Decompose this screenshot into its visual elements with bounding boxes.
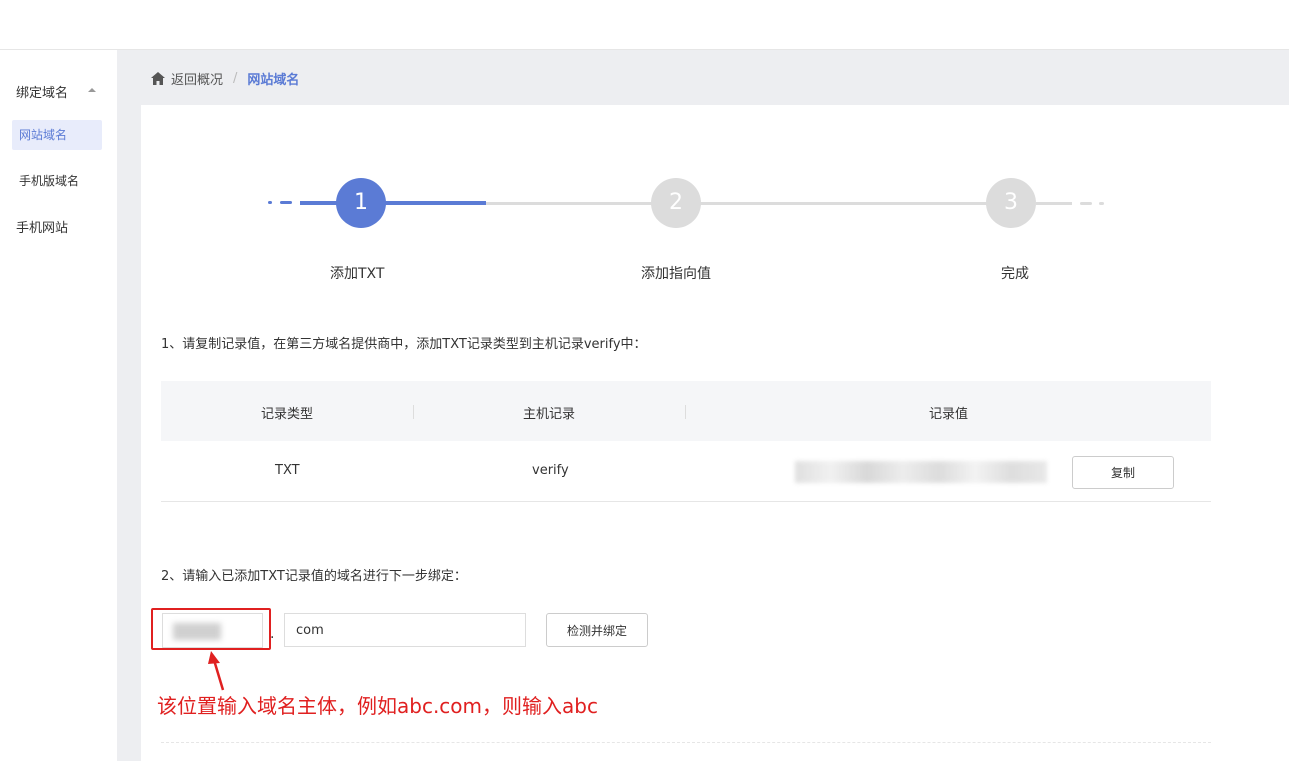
arrow-up-icon <box>208 651 225 691</box>
sidebar-item-mobile-domain[interactable]: 手机版域名 <box>19 172 79 189</box>
column-header-host: 主机记录 <box>523 407 576 422</box>
column-divider <box>413 405 414 419</box>
divider <box>161 742 1211 743</box>
caret-up-icon[interactable] <box>88 88 96 92</box>
record-type-cell: TXT <box>275 463 300 478</box>
breadcrumb-current: 网站域名 <box>247 73 300 88</box>
step-1-circle: 1 <box>336 178 386 228</box>
column-divider <box>685 405 686 419</box>
step-3-label: 完成 <box>1001 266 1029 282</box>
sidebar: 绑定域名 网站域名 手机版域名 手机网站 <box>0 50 117 761</box>
step-3-circle: 3 <box>986 178 1036 228</box>
step-2-circle: 2 <box>651 178 701 228</box>
progress-dot <box>268 201 272 204</box>
annotation-text: 该位置输入域名主体，例如abc.com，则输入abc <box>157 694 598 718</box>
record-host-cell: verify <box>532 463 569 478</box>
sidebar-item-website-domain[interactable]: 网站域名 <box>12 120 102 150</box>
top-bar <box>0 0 1289 50</box>
progress-dash <box>1080 202 1092 205</box>
step-2-label: 添加指向值 <box>641 266 711 282</box>
column-header-value: 记录值 <box>929 407 969 422</box>
breadcrumb-back-link[interactable]: 返回概况 <box>171 69 223 88</box>
breadcrumb: 返回概况 / 网站域名 <box>151 69 299 88</box>
step-1-label: 添加TXT <box>330 266 385 282</box>
progress-line-pending <box>486 202 1026 205</box>
record-value-blurred <box>795 461 1047 483</box>
sidebar-item-mobile-site[interactable]: 手机网站 <box>16 217 68 236</box>
progress-dash <box>280 201 292 204</box>
column-header-type: 记录类型 <box>261 407 314 422</box>
domain-suffix-input[interactable] <box>284 613 526 647</box>
check-and-bind-button[interactable]: 检测并绑定 <box>546 613 648 647</box>
breadcrumb-separator: / <box>233 71 238 86</box>
step1-instruction: 1、请复制记录值，在第三方域名提供商中，添加TXT记录类型到主机记录verify… <box>161 337 647 352</box>
dns-record-table: 记录类型 主机记录 记录值 TXT verify 复制 <box>161 381 1211 502</box>
table-header: 记录类型 主机记录 记录值 <box>161 381 1211 441</box>
home-icon[interactable] <box>151 72 165 85</box>
domain-dot-separator: . <box>270 626 275 642</box>
breadcrumb-bar: 返回概况 / 网站域名 <box>117 50 1289 105</box>
table-row: TXT verify 复制 <box>161 441 1211 502</box>
highlight-box <box>151 608 271 650</box>
progress-line-active <box>300 201 486 205</box>
progress-dot <box>1099 202 1104 205</box>
progress-line-tail <box>1036 202 1072 205</box>
copy-button[interactable]: 复制 <box>1072 456 1174 489</box>
step2-instruction: 2、请输入已添加TXT记录值的域名进行下一步绑定： <box>161 569 467 584</box>
sidebar-group-bind-domain[interactable]: 绑定域名 <box>16 82 68 101</box>
